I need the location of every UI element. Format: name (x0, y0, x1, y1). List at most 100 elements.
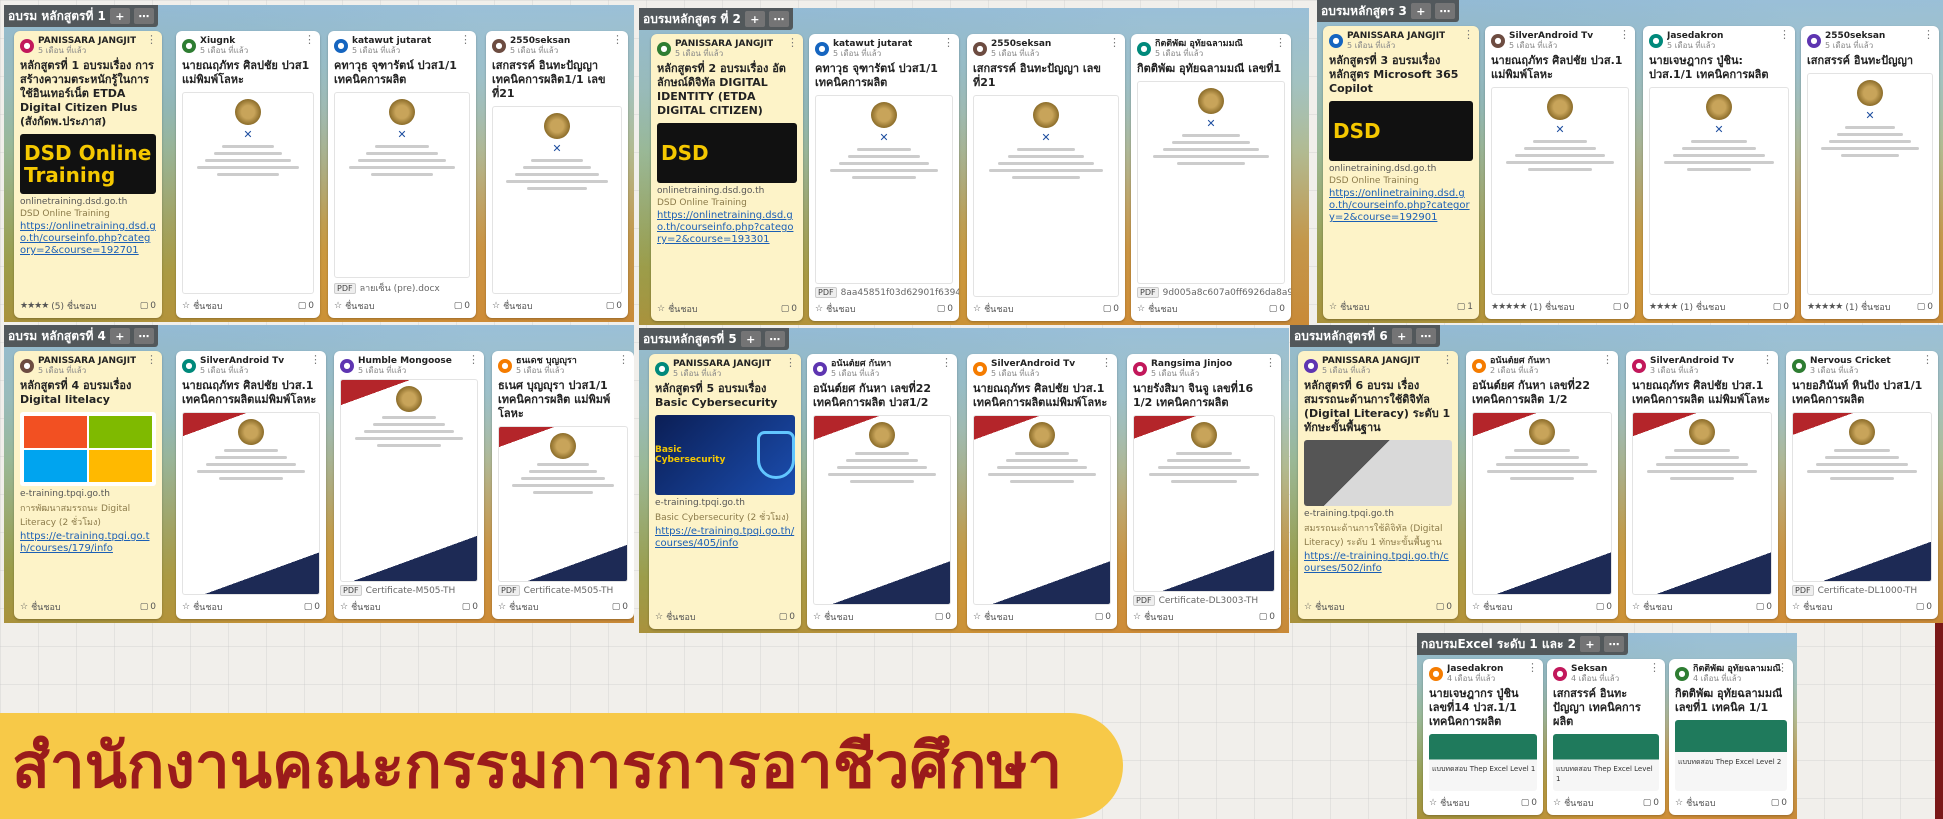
like-button[interactable]: ☆ ชื่นชอบ (657, 302, 698, 316)
comment-button[interactable]: ▢ 0 (612, 602, 628, 612)
post-card[interactable]: ● PANISSARA JANGJIT 5 เดือน ที่แล้ว ⋮ หลักสู… (14, 351, 162, 619)
post-card[interactable]: ● อนันต์ยศ กันหา 5 เดือน ที่แล้ว ⋮ อนันต์ยศ … (807, 354, 957, 629)
comment-button[interactable]: ▢ 0 (298, 301, 314, 311)
post-menu-icon[interactable]: ⋮ (1265, 357, 1276, 368)
post-menu-icon[interactable]: ⋮ (941, 357, 952, 368)
certificate-thumbnail[interactable]: ✕ (1137, 81, 1285, 284)
file-attachment[interactable]: PDF8aa45851f03d62901f6394ed156a7b4a (809, 286, 959, 299)
like-button[interactable]: ☆ ชื่นชอบ (1133, 610, 1174, 624)
like-button[interactable]: ★★★★★ (1) ชื่นชอบ (1491, 300, 1574, 314)
post-menu-icon[interactable]: ⋮ (1619, 29, 1630, 40)
certificate-thumbnail[interactable] (813, 415, 951, 605)
add-post-icon[interactable]: + (740, 331, 761, 347)
comment-button[interactable]: ▢ 0 (1095, 612, 1111, 622)
section-title[interactable]: กอบรมExcel ระดับ 1 และ 2 (1421, 635, 1576, 654)
post-menu-icon[interactable]: ⋮ (943, 37, 954, 48)
more-options-icon[interactable]: ⋯ (1604, 636, 1624, 652)
course-link[interactable]: https://e-training.tpqi.go.th/courses/17… (14, 530, 162, 557)
comment-button[interactable]: ▢ 0 (454, 301, 470, 311)
like-button[interactable]: ☆ ชื่นชอบ (334, 299, 375, 313)
section-title[interactable]: อบรม หลักสูตรที่ 4 (8, 327, 106, 346)
post-menu-icon[interactable]: ⋮ (1527, 662, 1538, 673)
post-card[interactable]: ● Nervous Cricket 3 เดือน ที่แล้ว ⋮ นายอภินั… (1786, 351, 1938, 619)
like-button[interactable]: ☆ ชื่นชอบ (1675, 796, 1716, 810)
comment-button[interactable]: ▢ 0 (140, 602, 156, 612)
add-post-icon[interactable]: + (1410, 3, 1431, 19)
comment-button[interactable]: ▢ 0 (1756, 602, 1772, 612)
like-button[interactable]: ☆ ชื่นชอบ (20, 600, 61, 614)
course-link[interactable]: https://e-training.tpqi.go.th/courses/40… (649, 525, 801, 552)
post-menu-icon[interactable]: ⋮ (146, 34, 157, 45)
post-card[interactable]: ● อนันต์ยศ กันหา 2 เดือน ที่แล้ว ⋮ อนันต์ยศ … (1466, 351, 1618, 619)
post-card[interactable]: ● กิตติพัฒ อุทัยฉลามมณี 4 เดือน ที่แล้ว ⋮ กิ… (1669, 659, 1793, 815)
certificate-thumbnail[interactable]: ✕ (1807, 73, 1933, 295)
excel-certificate-thumbnail[interactable]: แบบทดสอบ Thep Excel Level 1 (1429, 734, 1537, 791)
add-post-icon[interactable]: + (744, 11, 765, 27)
more-options-icon[interactable]: ⋯ (764, 331, 785, 347)
post-card[interactable]: ● katawut jutarat 5 เดือน ที่แล้ว ⋮ คทาวุธ จ… (809, 34, 959, 321)
course-link[interactable]: https://onlinetraining.dsd.go.th/coursei… (14, 220, 162, 259)
comment-button[interactable]: ▢ 0 (1613, 302, 1629, 312)
post-card[interactable]: ● SilverAndroid Tv 5 เดือน ที่แล้ว ⋮ นายณฤภั… (967, 354, 1117, 629)
post-card[interactable]: ● Humble Mongoose 5 เดือน ที่แล้ว ⋮ PDF Certi… (334, 351, 484, 619)
like-button[interactable]: ☆ ชื่นชอบ (1632, 600, 1673, 614)
certificate-thumbnail[interactable] (1792, 412, 1932, 582)
post-card[interactable]: ● PANISSARA JANGJIT 5 เดือน ที่แล้ว ⋮ หลักสู… (651, 34, 803, 321)
like-button[interactable]: ☆ ชื่นชอบ (1429, 796, 1470, 810)
certificate-thumbnail[interactable]: ✕ (1491, 87, 1629, 295)
more-options-icon[interactable]: ⋯ (1415, 328, 1436, 344)
post-menu-icon[interactable]: ⋮ (468, 354, 479, 365)
post-menu-icon[interactable]: ⋮ (1602, 354, 1613, 365)
more-options-icon[interactable]: ⋯ (1434, 3, 1455, 19)
like-button[interactable]: ☆ ชื่นชอบ (492, 299, 533, 313)
comment-button[interactable]: ▢ 0 (1103, 304, 1119, 314)
comment-button[interactable]: ▢ 0 (1521, 798, 1537, 808)
comment-button[interactable]: ▢ 0 (1643, 798, 1659, 808)
comment-button[interactable]: ▢ 0 (606, 301, 622, 311)
laptop-thumbnail[interactable] (1304, 440, 1452, 506)
section-title[interactable]: อบรมหลักสูตร 3 (1321, 2, 1407, 21)
post-card[interactable]: ● Jasedakron 4 เดือน ที่แล้ว ⋮ นายเจษฎากร ปู… (1423, 659, 1543, 815)
like-button[interactable]: ☆ ชื่นชอบ (813, 610, 854, 624)
post-card[interactable]: ● SilverAndroid Tv 3 เดือน ที่แล้ว ⋮ นายณฤภั… (1626, 351, 1778, 619)
like-button[interactable]: ☆ ชื่นชอบ (1792, 600, 1833, 614)
like-button[interactable]: ☆ ชื่นชอบ (498, 600, 539, 614)
certificate-thumbnail[interactable]: ✕ (492, 106, 622, 294)
post-card[interactable]: ● Jasedakron 5 เดือน ที่แล้ว ⋮ นายเจษฎากร ปู… (1643, 26, 1795, 319)
post-card[interactable]: ● Seksan 4 เดือน ที่แล้ว ⋮ เสกสรรค์ อินทะปัญ… (1547, 659, 1665, 815)
post-menu-icon[interactable]: ⋮ (1463, 29, 1474, 40)
add-post-icon[interactable]: + (109, 328, 130, 344)
comment-button[interactable]: ▢ 0 (1916, 602, 1932, 612)
post-menu-icon[interactable]: ⋮ (1649, 662, 1660, 673)
dsd-logo-thumbnail[interactable]: DSD Online Training (20, 134, 156, 194)
post-menu-icon[interactable]: ⋮ (304, 34, 315, 45)
like-button[interactable]: ☆ ชื่นชอบ (815, 302, 856, 316)
like-button[interactable]: ☆ ชื่นชอบ (1304, 600, 1345, 614)
post-menu-icon[interactable]: ⋮ (310, 354, 321, 365)
comment-button[interactable]: ▢ 0 (935, 612, 951, 622)
post-card[interactable]: ● ธนเดช บุญญุรา 5 เดือน ที่แล้ว ⋮ ธเนศ บุญญุ… (492, 351, 634, 619)
comment-button[interactable]: ▢ 0 (1259, 612, 1275, 622)
more-options-icon[interactable]: ⋯ (133, 328, 154, 344)
post-card[interactable]: ● 2550seksan 5 เดือน ที่แล้ว ⋮ เสกสรรค์ อินท… (486, 31, 628, 318)
comment-button[interactable]: ▢ 1 (1457, 302, 1473, 312)
comment-button[interactable]: ▢ 0 (1269, 304, 1285, 314)
post-card[interactable]: ● PANISSARA JANGJIT 5 เดือน ที่แล้ว ⋮ หลักสู… (14, 31, 162, 318)
post-menu-icon[interactable]: ⋮ (1442, 354, 1453, 365)
section-title[interactable]: อบรมหลักสูตรที่ 6 (1294, 327, 1388, 346)
file-attachment[interactable]: PDF Certificate-M505-TH (334, 584, 484, 597)
comment-button[interactable]: ▢ 0 (1596, 602, 1612, 612)
like-button[interactable]: ★★★★ (1) ชื่นชอบ (1649, 300, 1725, 314)
comment-button[interactable]: ▢ 0 (779, 612, 795, 622)
post-menu-icon[interactable]: ⋮ (1762, 354, 1773, 365)
post-menu-icon[interactable]: ⋮ (612, 34, 623, 45)
like-button[interactable]: ☆ ชื่นชอบ (340, 600, 381, 614)
certificate-thumbnail[interactable] (498, 426, 628, 582)
comment-button[interactable]: ▢ 0 (937, 304, 953, 314)
more-options-icon[interactable]: ⋯ (768, 11, 789, 27)
course-link[interactable]: https://onlinetraining.dsd.go.th/coursei… (1323, 187, 1479, 226)
excel-certificate-thumbnail[interactable]: แบบทดสอบ Thep Excel Level 2 (1675, 720, 1787, 791)
post-menu-icon[interactable]: ⋮ (460, 34, 471, 45)
post-card[interactable]: ● Rangsima Jinjoo 5 เดือน ที่แล้ว ⋮ นายรังสิ… (1127, 354, 1281, 629)
certificate-thumbnail[interactable] (973, 415, 1111, 605)
